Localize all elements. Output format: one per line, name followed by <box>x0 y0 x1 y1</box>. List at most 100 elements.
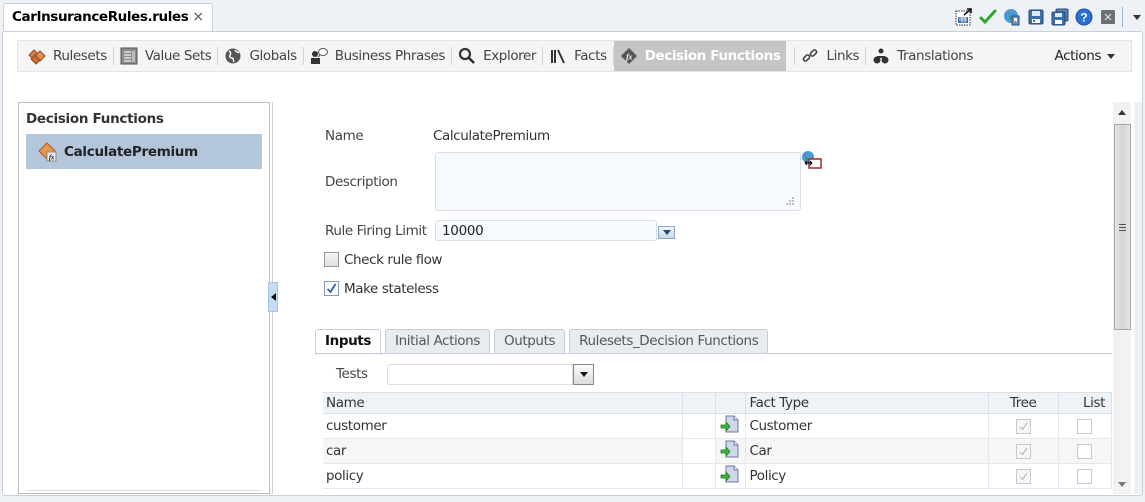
fact-type-browse-icon <box>720 440 739 458</box>
checkmark-icon <box>1019 422 1028 430</box>
tree-checkbox <box>1015 418 1031 434</box>
nav-decision-functions[interactable]: fx Decision Functions <box>613 41 787 71</box>
make-stateless-label: Make stateless <box>344 281 439 297</box>
rule-firing-limit-input[interactable]: 10000 <box>435 220 657 241</box>
nav-translations[interactable]: Translations <box>866 41 979 71</box>
translation-globe-icon[interactable] <box>1000 6 1024 28</box>
nav-value-sets-label: Value Sets <box>144 48 212 64</box>
nav-translations-label: Translations <box>897 48 973 64</box>
column-header-name[interactable]: Name <box>323 392 683 414</box>
nav-globals-label: Globals <box>249 48 297 64</box>
row-icon-cell[interactable] <box>715 438 747 464</box>
row-name[interactable]: policy <box>323 463 683 489</box>
scroll-down-icon <box>1118 481 1126 487</box>
row-list-cell <box>1058 463 1113 489</box>
table-row[interactable]: policy Policy <box>323 463 1113 489</box>
scroll-up-icon <box>1118 109 1126 115</box>
nav-facts[interactable]: Facts <box>543 41 613 71</box>
checkmark-icon <box>1019 472 1028 480</box>
tests-select[interactable] <box>387 364 573 385</box>
tests-dropdown-button[interactable] <box>573 364 594 385</box>
tab-initial-actions[interactable]: Initial Actions <box>385 329 490 354</box>
list-item-label: CalculatePremium <box>64 143 198 160</box>
save-icon[interactable] <box>1024 6 1048 28</box>
row-fact-type[interactable]: Car <box>745 438 989 464</box>
globe-icon <box>224 47 242 65</box>
nav-business-phrases[interactable]: Business Phrases <box>304 41 451 71</box>
nav-explorer[interactable]: Explorer <box>452 41 542 71</box>
row-icon-cell[interactable] <box>715 463 747 489</box>
nav-explorer-label: Explorer <box>483 48 537 64</box>
resize-grip-icon[interactable] <box>785 196 795 206</box>
name-label: Name <box>325 128 364 144</box>
function-tabs: Inputs Initial Actions Outputs Rulesets_… <box>315 329 772 355</box>
business-phrases-icon <box>310 47 328 65</box>
fact-type-browse-icon <box>720 465 739 483</box>
list-checkbox[interactable] <box>1077 468 1093 484</box>
fact-type-browse-icon <box>720 415 739 433</box>
tab-outputs[interactable]: Outputs <box>493 329 566 354</box>
generate-report-icon[interactable] <box>952 6 976 28</box>
actions-label: Actions <box>1054 48 1101 64</box>
translate-description-icon[interactable] <box>801 150 823 170</box>
scroll-up-button[interactable] <box>1113 102 1131 122</box>
frame-right-edge <box>1134 102 1142 494</box>
save-all-icon[interactable] <box>1048 6 1072 28</box>
nav-decision-functions-label: Decision Functions <box>644 48 781 64</box>
row-blank <box>682 463 716 489</box>
tab-inputs[interactable]: Inputs <box>315 329 381 355</box>
facts-icon <box>549 47 567 65</box>
svg-text:fx: fx <box>626 53 632 62</box>
tree-checkbox <box>1015 468 1031 484</box>
make-stateless-checkbox[interactable] <box>324 281 339 296</box>
row-name[interactable]: car <box>323 438 683 464</box>
overflow-menu-icon[interactable] <box>1129 6 1145 28</box>
toolbar-separator <box>1122 7 1123 27</box>
close-editor-icon[interactable] <box>1096 6 1120 28</box>
table-row[interactable]: customer Customer <box>323 413 1113 439</box>
row-name[interactable]: customer <box>323 413 683 439</box>
name-value: CalculatePremium <box>433 128 550 144</box>
list-checkbox[interactable] <box>1077 418 1093 434</box>
column-header-list[interactable]: List <box>1058 392 1113 414</box>
column-header-tree[interactable]: Tree <box>988 392 1059 414</box>
rulesets-icon <box>28 47 46 65</box>
validate-check-icon[interactable] <box>976 6 1000 28</box>
column-header-fact-type[interactable]: Fact Type <box>745 392 989 414</box>
document-tab[interactable]: CarInsuranceRules.rules × <box>3 3 213 31</box>
grip-icon <box>1119 223 1126 231</box>
checkmark-icon <box>1019 447 1028 455</box>
list-checkbox[interactable] <box>1077 443 1093 459</box>
check-rule-flow-checkbox[interactable] <box>324 252 339 267</box>
tab-rulesets-decision-functions[interactable]: Rulesets_Decision Functions <box>569 329 769 354</box>
actions-menu-button[interactable]: Actions <box>1054 48 1115 64</box>
description-textarea[interactable] <box>435 152 801 211</box>
row-fact-type[interactable]: Policy <box>745 463 989 489</box>
help-icon[interactable]: ? <box>1072 6 1096 28</box>
tests-label: Tests <box>336 366 368 382</box>
left-panel-title: Decision Functions <box>26 111 164 127</box>
svg-text:fx: fx <box>49 153 55 161</box>
rule-firing-limit-label: Rule Firing Limit <box>325 223 427 239</box>
table-row[interactable]: car Car <box>323 438 1113 464</box>
collapse-panel-handle[interactable] <box>268 282 278 312</box>
rule-firing-limit-dropdown[interactable] <box>658 226 675 239</box>
row-blank <box>682 438 716 464</box>
vertical-scrollbar[interactable] <box>1113 102 1131 494</box>
scroll-down-button[interactable] <box>1113 474 1131 494</box>
nav-value-sets[interactable]: Value Sets <box>114 41 218 71</box>
nav-globals[interactable]: Globals <box>218 41 302 71</box>
description-label: Description <box>325 174 398 190</box>
editor-toolbar: ? <box>952 5 1145 29</box>
nav-rulesets[interactable]: Rulesets <box>22 41 113 71</box>
nav-links[interactable]: Links <box>795 41 865 71</box>
row-icon-cell[interactable] <box>715 413 747 439</box>
list-item-calculate-premium[interactable]: fx CalculatePremium <box>26 134 262 169</box>
scrollbar-thumb[interactable] <box>1114 124 1131 330</box>
row-fact-type[interactable]: Customer <box>745 413 989 439</box>
close-tab-icon[interactable]: × <box>192 9 204 25</box>
link-icon <box>801 47 819 65</box>
decision-functions-list-panel: Decision Functions fx CalculatePremium <box>18 102 270 494</box>
column-header-blank <box>682 392 716 414</box>
panel-bottom-divider <box>26 490 262 491</box>
